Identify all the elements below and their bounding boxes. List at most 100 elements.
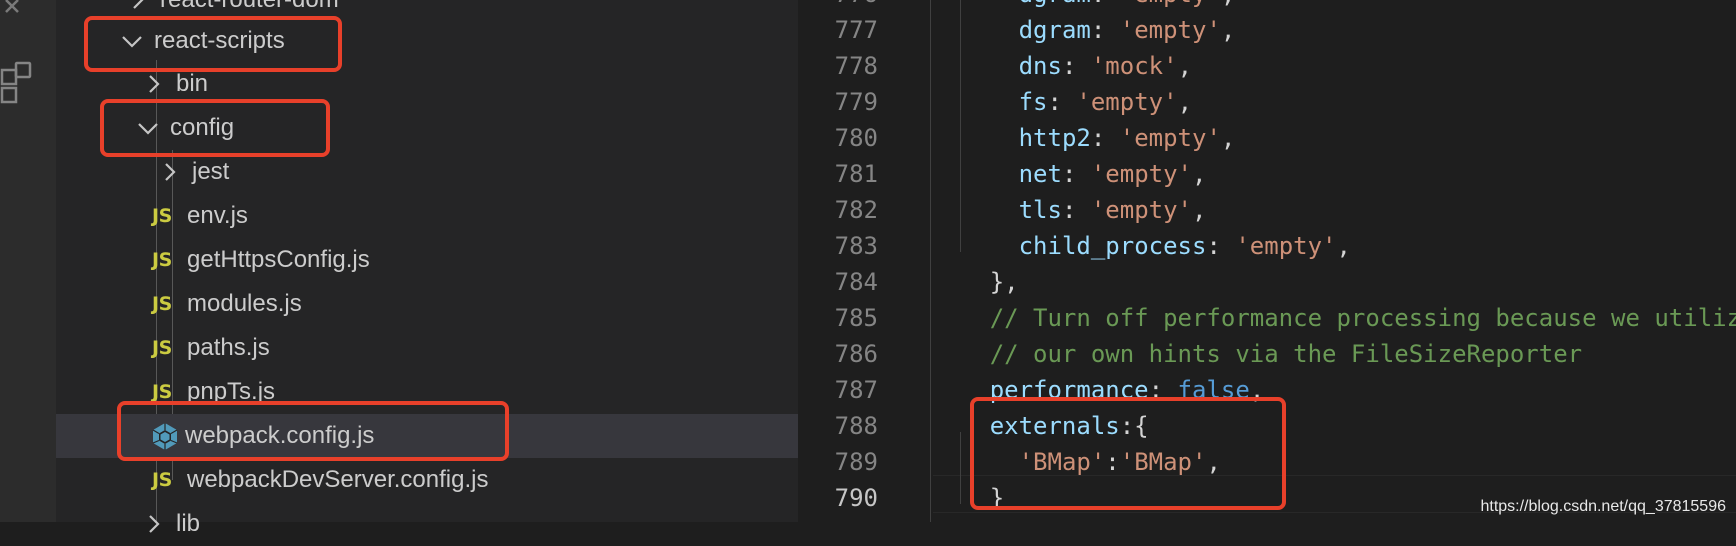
code-token: 'empty' (1090, 160, 1193, 188)
code-token: dgram (1018, 16, 1091, 44)
webpack-cube-icon (150, 421, 184, 451)
code-token: , (1177, 88, 1193, 116)
js-file-icon: JS (152, 337, 172, 359)
code-token: :{ (1119, 412, 1149, 440)
watermark: https://blog.csdn.net/qq_37815596 (1480, 498, 1726, 515)
line-number: 782 (834, 196, 878, 224)
tree-folder-config[interactable]: config (56, 106, 798, 150)
code-text: // our own hints via the FileSizeReporte… (990, 340, 1582, 368)
tree-folder-bin[interactable]: bin (56, 62, 798, 106)
code-line: 788 externals:{ (798, 408, 1736, 444)
tree-folder-react-scripts[interactable]: react-scripts (56, 19, 798, 63)
code-token: 'BMap' (1018, 448, 1106, 476)
code-line: 782 tls: 'empty', (798, 192, 1736, 228)
line-number: 790 (834, 484, 878, 512)
code-token: : (1206, 232, 1236, 260)
code-token: , (1249, 376, 1265, 404)
line-number: 787 (834, 376, 878, 404)
code-token: }, (989, 268, 1019, 296)
code-token: : (1090, 124, 1120, 152)
js-file-icon: JS (152, 249, 172, 271)
tree-item-label: react-scripts (154, 27, 285, 54)
code-token: // our own hints via the FileSizeReporte… (989, 340, 1583, 368)
code-token: : (1047, 88, 1077, 116)
activity-bar (0, 0, 56, 522)
tree-item-label: webpack.config.js (185, 422, 375, 449)
code-token: : (1091, 0, 1120, 8)
code-token: } (989, 484, 1005, 512)
line-number: 779 (834, 88, 878, 116)
line-number: 785 (834, 304, 878, 332)
tree-item-label: getHttpsConfig.js (187, 246, 370, 273)
code-text: net: 'empty', (1019, 160, 1207, 188)
code-token: child_process (1018, 232, 1207, 260)
code-line: 786 // our own hints via the FileSizeRepo… (798, 336, 1736, 372)
tree-folder-jest[interactable]: jest (56, 150, 798, 194)
code-token: externals (989, 412, 1120, 440)
tree-file-webpackdevserver-config-js[interactable]: JS webpackDevServer.config.js (56, 458, 798, 502)
code-text: dgram: 'empty', (1019, 0, 1236, 8)
line-number: 777 (834, 16, 878, 44)
js-file-icon: JS (152, 469, 172, 491)
tree-file-modules-js[interactable]: JS modules.js (56, 282, 798, 326)
line-number: 783 (834, 232, 878, 260)
code-text: http2: 'empty', (1019, 124, 1236, 152)
line-number: 788 (834, 412, 878, 440)
line-number: 776 (798, 0, 878, 8)
code-text: child_process: 'empty', (1019, 232, 1351, 260)
code-token: , (1221, 0, 1235, 8)
tree-item-label: config (170, 114, 235, 141)
code-editor[interactable]: 776 dgram: 'empty', 777 dgram: 'empty', 778 d… (798, 0, 1736, 522)
extensions-icon[interactable] (0, 60, 34, 110)
tree-file-env-js[interactable]: JS env.js (56, 194, 798, 238)
tree-item-label: react-router-dom (160, 0, 339, 14)
tree-folder-lib[interactable]: lib (56, 502, 798, 546)
code-text: dns: 'mock', (1019, 52, 1192, 80)
code-token: 'empty' (1235, 232, 1337, 260)
tree-file-gethttpsconfig-js[interactable]: JS getHttpsConfig.js (56, 238, 798, 282)
code-line: 783 child_process: 'empty', (798, 228, 1736, 264)
tree-item-label: pnpTs.js (187, 378, 276, 405)
code-line: 778 dns: 'mock', (798, 48, 1736, 84)
code-token: net (1018, 160, 1062, 188)
tree-item-label: jest (192, 158, 230, 185)
js-file-icon: JS (152, 381, 172, 403)
code-line: 779 fs: 'empty', (798, 84, 1736, 120)
tree-item-label: modules.js (187, 290, 302, 317)
chevron-right-icon (156, 158, 184, 186)
tree-file-paths-js[interactable]: JS paths.js (56, 326, 798, 370)
code-token: 'empty' (1076, 88, 1178, 116)
tree-item-label: paths.js (187, 334, 270, 361)
code-token: , (1220, 124, 1236, 152)
code-text: dgram: 'empty', (1019, 16, 1236, 44)
code-line: 780 http2: 'empty', (798, 120, 1736, 156)
code-token: dgram (1019, 0, 1091, 8)
code-token: // Turn off performance processing becau… (989, 304, 1736, 332)
code-token: : (1061, 160, 1091, 188)
code-token: dns (1018, 52, 1062, 80)
code-text: // Turn off performance processing becau… (990, 304, 1736, 332)
code-token: , (1336, 232, 1351, 260)
code-token: , (1220, 16, 1236, 44)
chevron-right-icon (140, 70, 168, 98)
code-line: 776 dgram: 'empty', (798, 0, 1736, 12)
tree-file-pnpts-js[interactable]: JS pnpTs.js (56, 370, 798, 414)
chevron-down-icon (118, 27, 146, 55)
code-token: 'empty' (1090, 196, 1193, 224)
tree-item-label: lib (176, 510, 201, 537)
code-token: 'empty' (1120, 0, 1221, 8)
code-token: : (1105, 448, 1120, 476)
code-text: fs: 'empty', (1019, 88, 1192, 116)
code-line: 777 dgram: 'empty', (798, 12, 1736, 48)
file-explorer: react-router-dom react-scripts bin confi… (56, 0, 798, 537)
line-number: 786 (834, 340, 878, 368)
tree-file-webpack-config-js[interactable]: webpack.config.js (56, 414, 798, 458)
code-token: , (1206, 448, 1221, 476)
code-token: , (1192, 160, 1207, 188)
code-token: 'empty' (1119, 16, 1221, 44)
code-token: 'empty' (1119, 124, 1221, 152)
tree-item-label: bin (176, 70, 209, 97)
close-icon[interactable] (4, 0, 24, 18)
code-token: , (1192, 196, 1207, 224)
chevron-right-icon (140, 510, 168, 538)
